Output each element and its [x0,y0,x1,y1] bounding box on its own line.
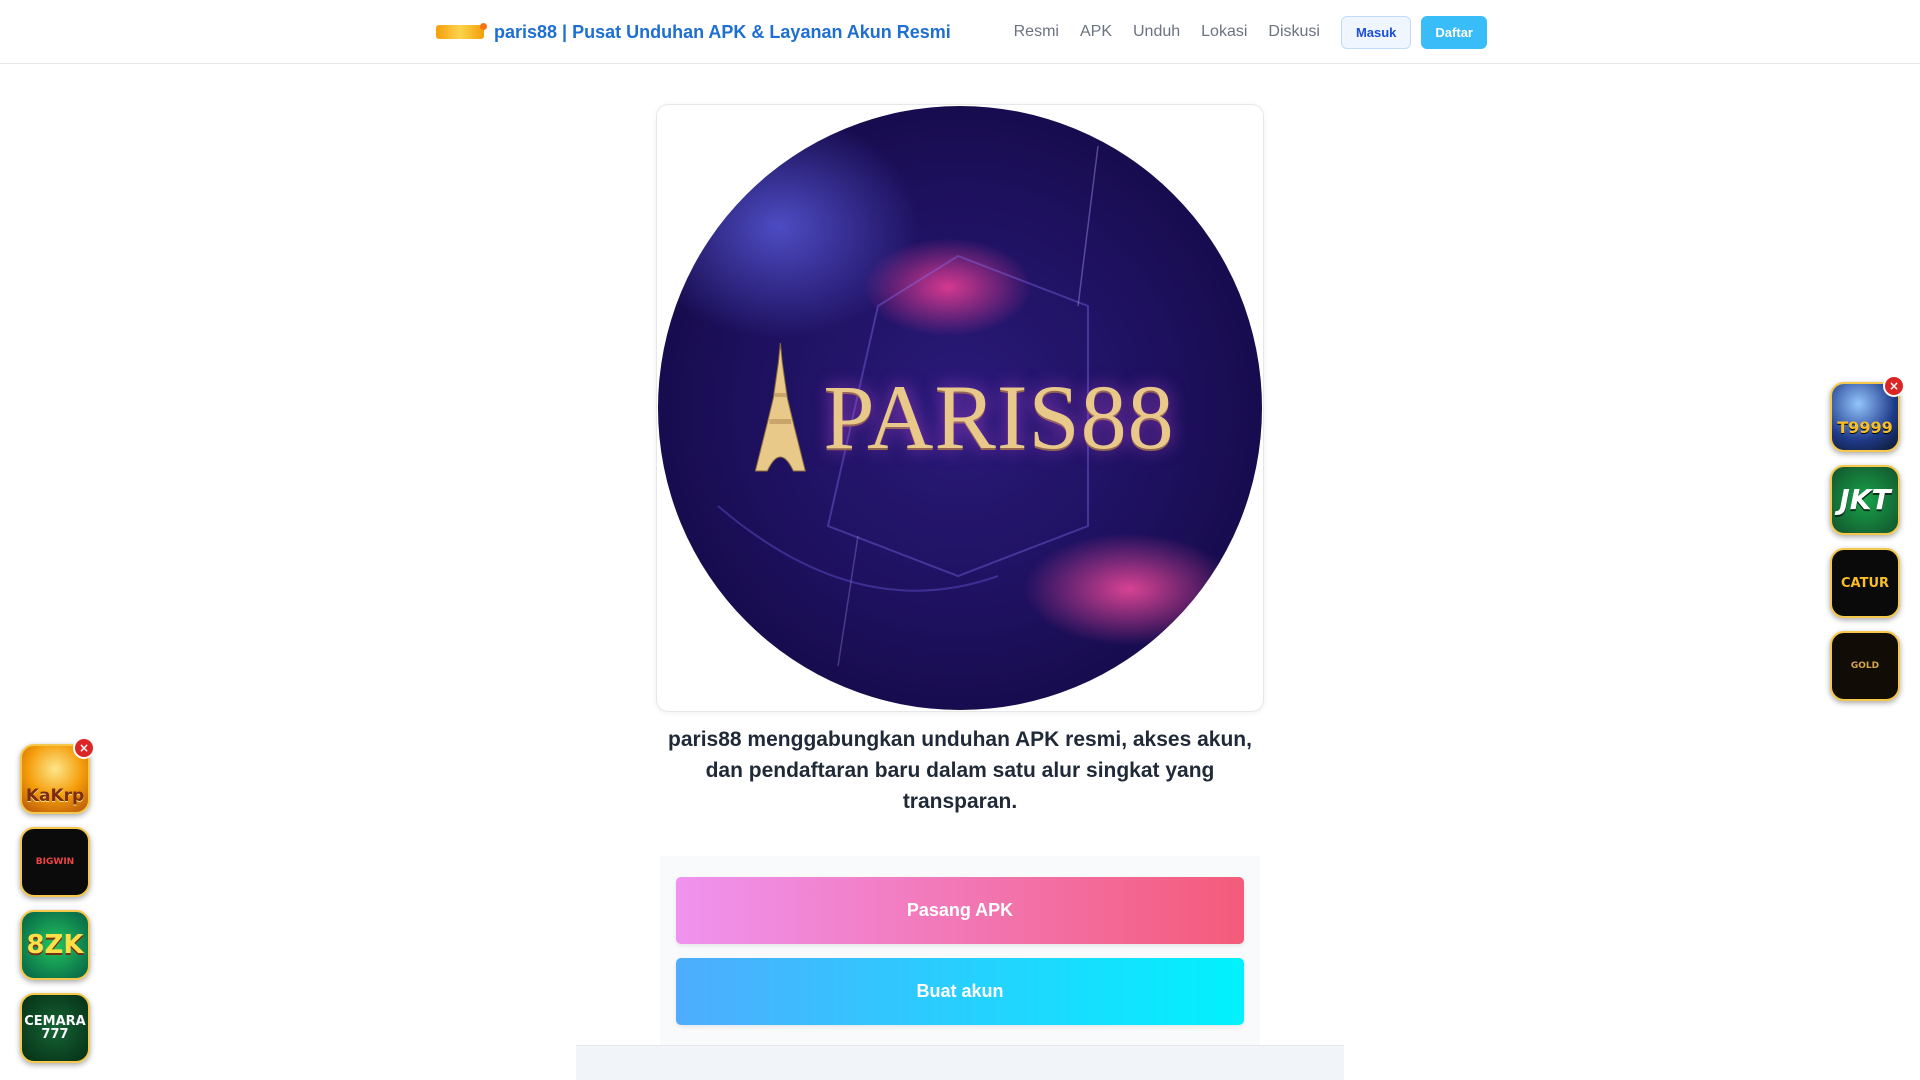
app-label: KaKrp [25,785,85,806]
close-left-apps-button[interactable]: × [73,737,95,759]
floating-apps-left: KaKrp BIGWIN 8ZK CEMARA 777 [20,744,90,1063]
app-label: 8ZK [26,930,84,960]
register-button[interactable]: Daftar [1421,15,1487,49]
app-icon-gold[interactable]: GOLD [1830,631,1900,701]
app-icon-jkt[interactable]: JKT [1830,465,1900,535]
install-apk-button[interactable]: Pasang APK [676,877,1244,944]
nav-resmi[interactable]: Resmi [1014,23,1059,41]
nav-apk[interactable]: APK [1080,23,1112,41]
floating-apps-right: T9999 JKT CATUR GOLD [1830,382,1900,701]
hero-banner: PARIS88 [658,106,1262,710]
app-label: JKT [1839,483,1891,516]
app-label: CATUR [1840,575,1890,591]
nav-diskusi[interactable]: Diskusi [1268,23,1320,41]
main-nav: Resmi APK Unduh Lokasi Diskusi Masuk Daf… [1014,0,1487,64]
cta-panel: Pasang APK Buat akun [660,856,1260,1046]
intro-text: paris88 menggabungkan unduhan APK resmi,… [668,728,1252,813]
brand-link[interactable]: paris88 | Pusat Unduhan APK & Layanan Ak… [436,0,951,64]
footer-strip [576,1045,1344,1080]
hero-wordmark: PARIS88 [745,343,1174,473]
app-icon-catur[interactable]: CATUR [1830,548,1900,618]
brand-logo [436,23,487,39]
app-label: T9999 [1837,418,1893,437]
app-icon-8zk[interactable]: 8ZK [20,910,90,980]
hero-card: PARIS88 [656,104,1264,712]
site-header: paris88 | Pusat Unduhan APK & Layanan Ak… [0,0,1920,64]
nav-unduh[interactable]: Unduh [1133,23,1180,41]
app-label: GOLD [1850,660,1880,671]
hero-brand-text: PARIS88 [823,366,1175,468]
eiffel-tower-icon [754,343,806,472]
close-right-apps-button[interactable]: × [1883,375,1905,397]
login-button[interactable]: Masuk [1340,15,1412,49]
app-icon-bigwin[interactable]: BIGWIN [20,827,90,897]
create-account-button[interactable]: Buat akun [676,958,1244,1025]
app-icon-cemara[interactable]: CEMARA 777 [20,993,90,1063]
nav-lokasi[interactable]: Lokasi [1201,23,1247,41]
site-title: paris88 | Pusat Unduhan APK & Layanan Ak… [494,21,951,42]
app-label: CEMARA 777 [24,1014,86,1042]
app-label: BIGWIN [35,856,75,867]
